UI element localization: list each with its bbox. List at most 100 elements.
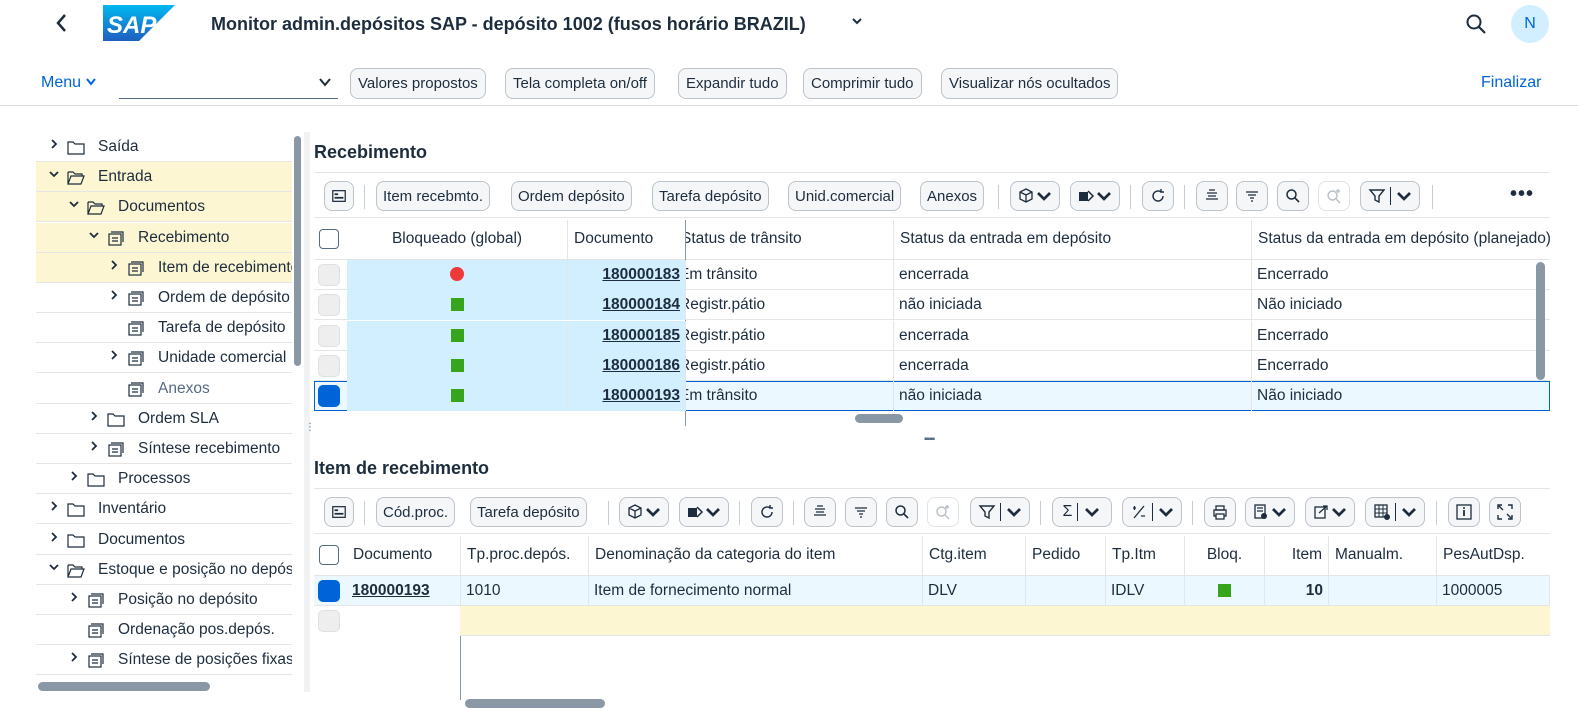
sort-ascending-button[interactable] xyxy=(804,497,836,527)
new-entry-row[interactable] xyxy=(314,606,1550,636)
views-menu-button[interactable] xyxy=(1245,497,1295,527)
table-row[interactable]: 180000184 Registr.pátio não iniciada Não in… xyxy=(314,290,1550,321)
column-header[interactable]: Status da entrada em depósito xyxy=(894,220,1252,259)
tree-node[interactable]: Ordenação pos.depós. xyxy=(36,615,292,646)
tree-node[interactable]: Recebimento xyxy=(36,222,292,253)
table-row[interactable]: 180000193 1010 Item de fornecimento normal… xyxy=(314,576,1550,606)
column-header[interactable]: Tp.proc.depós. xyxy=(461,536,589,575)
finalize-button[interactable]: Finalizar xyxy=(1481,74,1541,92)
document-link[interactable]: 180000183 xyxy=(602,266,680,283)
tree-node[interactable]: Ordem de depósito xyxy=(36,283,292,313)
section-splitter[interactable]: ▪▪▪▪ xyxy=(314,434,1550,448)
item-horizontal-scrollbar[interactable] xyxy=(465,699,605,708)
tree-node[interactable]: Posição no depósito xyxy=(36,585,292,615)
table-row[interactable]: 180000185 Registr.pátio encerrada Encerrado xyxy=(314,320,1550,351)
app-title[interactable]: Monitor admin.depósitos SAP - depósito 1… xyxy=(211,14,806,35)
collapse-all-button[interactable]: Comprimir tudo xyxy=(803,68,922,99)
find-button[interactable] xyxy=(886,497,918,527)
column-header[interactable]: Pedido xyxy=(1026,536,1106,575)
select-all-checkbox[interactable] xyxy=(319,229,339,249)
column-header[interactable]: Ctg.item xyxy=(923,536,1026,575)
column-header[interactable]: Bloqueado (global) xyxy=(347,220,568,259)
find-button[interactable] xyxy=(1277,181,1309,211)
tree-node[interactable]: Item de recebimento xyxy=(36,252,292,283)
print-button[interactable] xyxy=(1204,497,1236,527)
avatar[interactable]: N xyxy=(1511,5,1549,43)
chevron-right-icon[interactable] xyxy=(108,289,120,304)
column-header[interactable]: Bloq. xyxy=(1185,536,1265,575)
chevron-right-icon[interactable] xyxy=(68,651,80,666)
tree-node[interactable]: Síntese de posições fixas xyxy=(36,645,292,676)
warehouse-order-button[interactable]: Ordem depósito xyxy=(511,181,632,211)
tree-node[interactable]: Inventário xyxy=(36,494,292,525)
pane-splitter[interactable]: ⋮ xyxy=(304,132,315,692)
process-code-button[interactable]: Cód.proc. xyxy=(376,497,456,527)
column-header[interactable]: Status da entrada em depósito (planejado… xyxy=(1252,220,1550,259)
subtotal-menu-button[interactable] xyxy=(1122,497,1182,527)
tree-node[interactable]: Ordem SLA xyxy=(36,404,292,434)
chevron-down-icon[interactable] xyxy=(318,75,332,90)
column-header[interactable]: Tp.Itm xyxy=(1106,536,1185,575)
chevron-down-icon[interactable] xyxy=(48,561,60,576)
tree-vertical-scrollbar[interactable] xyxy=(294,136,301,366)
tree-node[interactable]: Anexos xyxy=(36,374,292,404)
show-hidden-nodes-button[interactable]: Visualizar nós ocultados xyxy=(941,68,1119,99)
tree-node[interactable]: Documentos xyxy=(36,192,292,223)
settings-layout-button[interactable] xyxy=(324,181,354,211)
row-selector[interactable] xyxy=(318,580,340,602)
menu-button[interactable]: Menu xyxy=(41,74,97,92)
row-selector[interactable] xyxy=(318,294,340,317)
cube-menu-button[interactable] xyxy=(619,497,669,527)
item-receipt-button[interactable]: Item recebmto. xyxy=(376,181,491,211)
tree-horizontal-scrollbar[interactable] xyxy=(38,682,210,691)
warehouse-task-button[interactable]: Tarefa depósito xyxy=(470,497,587,527)
row-selector[interactable] xyxy=(318,610,340,632)
proposed-values-button[interactable]: Valores propostos xyxy=(350,68,486,99)
table-row[interactable]: 180000183 Em trânsito encerrada Encerrado xyxy=(314,260,1550,290)
chevron-right-icon[interactable] xyxy=(68,470,80,485)
tree-node[interactable]: Unidade comercial xyxy=(36,343,292,374)
column-header[interactable]: Item xyxy=(1265,536,1329,575)
sort-ascending-button[interactable] xyxy=(1196,181,1228,211)
column-header[interactable]: Denominação da categoria do item xyxy=(589,536,923,575)
document-link[interactable]: 180000185 xyxy=(602,327,680,344)
chevron-down-icon[interactable] xyxy=(48,168,60,183)
refresh-button[interactable] xyxy=(1142,181,1174,211)
chevron-right-icon[interactable] xyxy=(108,259,120,274)
chevron-right-icon[interactable] xyxy=(88,440,100,455)
splitter-grip-icon[interactable]: ▪▪▪▪ xyxy=(924,434,935,445)
attachments-button[interactable]: Anexos xyxy=(920,181,985,211)
export-menu-button[interactable] xyxy=(1305,497,1355,527)
tree-node[interactable]: Documentos xyxy=(36,525,292,555)
tree-node[interactable]: Síntese recebimento xyxy=(36,434,292,464)
chevron-down-icon[interactable] xyxy=(851,14,863,30)
filter-menu-button[interactable] xyxy=(1360,181,1420,211)
filter-menu-button[interactable] xyxy=(970,497,1030,527)
chevron-right-icon[interactable] xyxy=(48,138,60,153)
row-selector[interactable] xyxy=(318,354,340,377)
recebimento-horizontal-scrollbar[interactable] xyxy=(855,414,903,423)
tree-node[interactable]: Entrada xyxy=(36,162,292,193)
find-next-button[interactable] xyxy=(1318,181,1350,211)
chevron-right-icon[interactable] xyxy=(48,531,60,546)
sap-logo[interactable]: SAP xyxy=(103,5,175,41)
chevron-right-icon[interactable] xyxy=(68,591,80,606)
fullscreen-button[interactable] xyxy=(1489,497,1521,527)
settings-layout-button[interactable] xyxy=(324,497,354,527)
chevron-right-icon[interactable] xyxy=(88,410,100,425)
cube-menu-button[interactable] xyxy=(1010,181,1060,211)
tree-node[interactable]: Processos xyxy=(36,464,292,495)
column-header[interactable]: PesAutDsp. xyxy=(1437,536,1550,575)
chevron-down-icon[interactable] xyxy=(88,229,100,244)
row-selector[interactable] xyxy=(318,264,340,286)
warehouse-task-button[interactable]: Tarefa depósito xyxy=(652,181,769,211)
back-button[interactable] xyxy=(50,12,74,40)
document-link[interactable]: 180000186 xyxy=(602,357,680,374)
sort-descending-button[interactable] xyxy=(1236,181,1268,211)
tree-node[interactable]: Tarefa de depósito xyxy=(36,313,292,344)
column-header[interactable]: Documento xyxy=(347,536,461,575)
select-all-checkbox[interactable] xyxy=(319,545,339,565)
layout-menu-button[interactable] xyxy=(1365,497,1425,527)
tree-node[interactable]: Saída xyxy=(36,132,292,162)
find-next-button[interactable] xyxy=(927,497,959,527)
